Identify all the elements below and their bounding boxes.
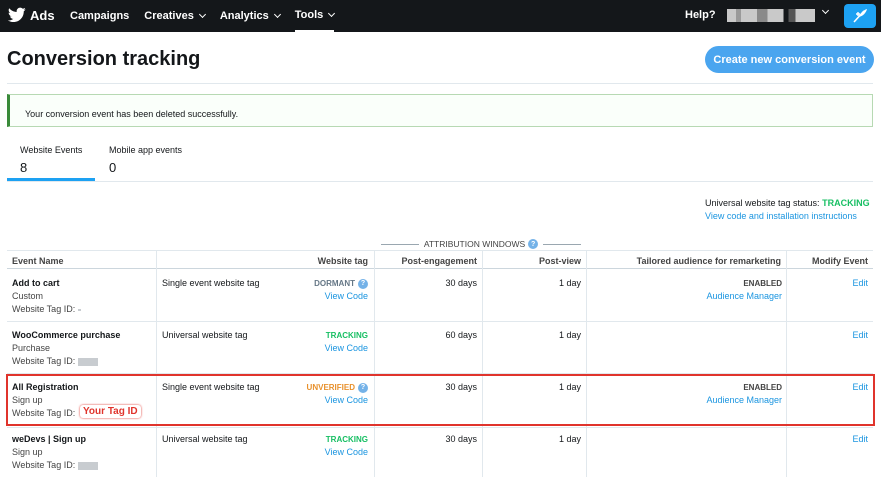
col-header-post-view: Post-view — [538, 256, 581, 266]
compose-tweet-button[interactable] — [844, 4, 876, 28]
column-divider — [482, 250, 483, 477]
tag-id-redacted — [77, 461, 98, 470]
table-header-border — [7, 268, 873, 269]
post-engagement: 30 days — [445, 278, 477, 288]
your-tag-id-annotation: Your Tag ID — [80, 405, 141, 418]
post-view: 1 day — [558, 434, 581, 444]
nav-campaigns[interactable]: Campaigns — [70, 0, 129, 32]
attribution-windows-header: ATTRIBUTION WINDOWS ? — [376, 238, 586, 250]
tag-id-redacted — [77, 357, 98, 366]
post-engagement: 60 days — [445, 330, 477, 340]
view-code-link[interactable]: View Code — [160, 290, 368, 303]
nav-analytics-label: Analytics — [219, 10, 269, 22]
page-title: Conversion tracking — [7, 48, 201, 70]
column-divider — [786, 250, 787, 477]
tag-status-cell: TRACKING View Code — [160, 329, 368, 355]
view-code-link[interactable]: View Code — [160, 446, 368, 459]
event-name: WooCommerce purchase — [12, 330, 121, 340]
view-code-link[interactable]: View Code — [160, 342, 368, 355]
top-nav-bar: Ads Campaigns Creatives Analytics Tools … — [0, 0, 881, 32]
feather-compose-icon — [853, 9, 867, 23]
chevron-down-icon — [328, 9, 336, 18]
audience-status: ENABLED — [743, 279, 782, 288]
post-view: 1 day — [558, 278, 581, 288]
audience-cell: ENABLED Audience Manager — [590, 277, 782, 303]
col-header-post-engagement: Post-engagement — [401, 256, 477, 266]
chevron-down-icon — [198, 10, 206, 19]
help-question-icon[interactable]: ? — [358, 278, 368, 289]
table-row: WooCommerce purchase Purchase Website Ta… — [12, 329, 120, 368]
col-header-website-tag: Website tag — [317, 256, 368, 266]
main-nav: Campaigns Creatives Analytics Tools — [70, 0, 349, 32]
edit-link[interactable]: Edit — [790, 433, 868, 446]
col-header-tailored-audience: Tailored audience for remarketing — [636, 256, 781, 266]
col-header-modify-event: Modify Event — [811, 256, 868, 266]
uwt-status-label: Universal website tag status: — [705, 198, 820, 208]
tab-website-events-label: Website Events — [20, 145, 83, 155]
event-category: Sign up — [12, 447, 43, 457]
nav-creatives[interactable]: Creatives — [144, 0, 206, 32]
post-view: 1 day — [558, 330, 581, 340]
brand-label: Ads — [30, 7, 55, 23]
table-row: weDevs | Sign up Sign up Website Tag ID: — [12, 433, 98, 472]
create-conversion-event-button[interactable]: Create new conversion event — [705, 46, 874, 73]
tag-id-label: Website Tag ID: — [12, 356, 76, 366]
tabs-divider — [7, 181, 873, 182]
attribution-windows-label: ATTRIBUTION WINDOWS — [423, 239, 526, 249]
view-code-instructions-link[interactable]: View code and installation instructions — [705, 211, 857, 221]
chevron-down-icon — [273, 10, 281, 19]
audience-manager-link[interactable]: Audience Manager — [590, 290, 782, 303]
header-divider — [7, 83, 873, 84]
divider — [381, 243, 419, 245]
tag-id-redacted — [77, 308, 81, 311]
event-category: Purchase — [12, 343, 51, 353]
nav-tools-label: Tools — [294, 9, 324, 21]
highlighted-row-outline — [6, 374, 875, 426]
event-category: Custom — [12, 291, 44, 301]
tag-status: TRACKING — [325, 331, 368, 340]
column-divider — [156, 250, 157, 477]
nav-creatives-label: Creatives — [144, 10, 194, 22]
alert-message: Your conversion event has been deleted s… — [25, 109, 239, 119]
account-chevron-down-icon[interactable] — [821, 6, 830, 15]
nav-tools[interactable]: Tools — [294, 0, 336, 32]
tag-status: DORMANT — [314, 279, 355, 288]
tab-website-events-count: 8 — [20, 160, 28, 175]
row-divider — [7, 321, 873, 322]
account-name-redacted[interactable] — [727, 9, 815, 22]
twitter-ads-logo[interactable]: Ads — [8, 7, 55, 23]
col-header-event-name: Event Name — [12, 256, 64, 266]
tab-website-events[interactable]: Website Events 8 — [7, 145, 95, 181]
column-divider — [586, 250, 587, 477]
table-top-border — [7, 250, 873, 251]
twitter-bird-icon — [8, 7, 26, 23]
edit-link[interactable]: Edit — [790, 329, 868, 342]
tag-status-cell: TRACKING View Code — [160, 433, 368, 459]
tag-status-cell: DORMANT? View Code — [160, 277, 368, 303]
tag-status: TRACKING — [325, 435, 368, 444]
tag-id-label: Website Tag ID: — [12, 304, 76, 314]
divider — [543, 243, 581, 245]
row-divider — [7, 427, 873, 428]
tag-id-label: Website Tag ID: — [12, 460, 76, 470]
success-alert: Your conversion event has been deleted s… — [7, 94, 873, 127]
column-divider — [374, 250, 375, 477]
nav-campaigns-label: Campaigns — [70, 10, 130, 22]
edit-link[interactable]: Edit — [790, 277, 868, 290]
event-name: weDevs | Sign up — [12, 434, 87, 444]
help-link[interactable]: Help? — [685, 9, 716, 21]
help-question-icon[interactable]: ? — [528, 239, 539, 249]
tab-mobile-app-events[interactable]: Mobile app events 0 — [109, 145, 199, 181]
uwt-status: Universal website tag status: TRACKING — [705, 198, 870, 208]
table-row: Add to cart Custom Website Tag ID: — [12, 277, 81, 316]
nav-analytics[interactable]: Analytics — [219, 0, 281, 32]
uwt-status-value: TRACKING — [822, 198, 870, 208]
post-engagement: 30 days — [445, 434, 477, 444]
tab-mobile-app-events-count: 0 — [109, 160, 117, 175]
tab-mobile-app-events-label: Mobile app events — [109, 145, 183, 155]
event-name: Add to cart — [12, 278, 60, 288]
